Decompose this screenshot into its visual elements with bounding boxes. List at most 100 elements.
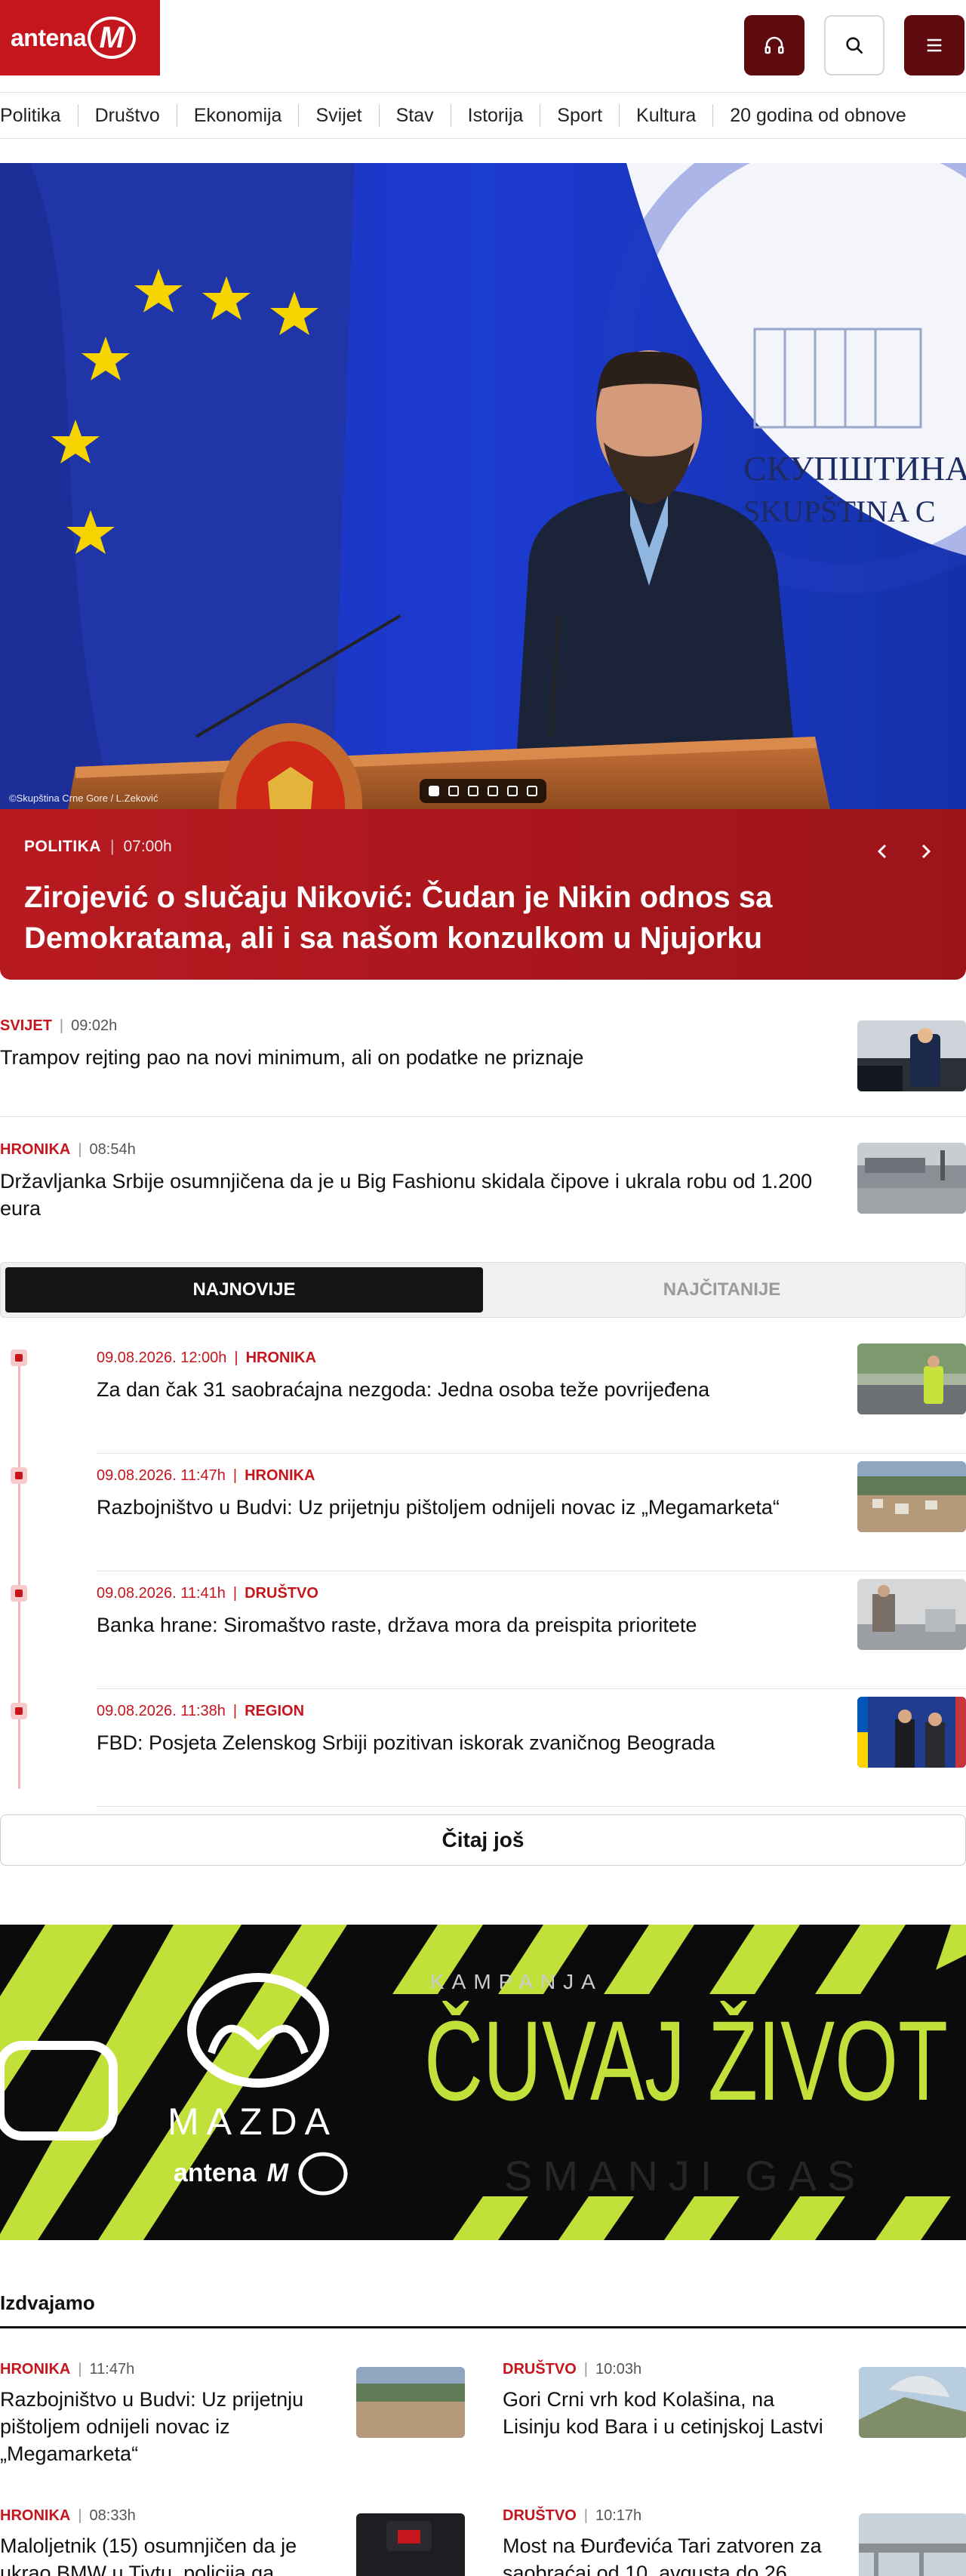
article-thumbnail[interactable] <box>857 1579 966 1650</box>
chevron-right-icon <box>921 844 931 859</box>
meta-separator: | <box>583 2361 588 2377</box>
section-card[interactable]: DRUŠTVO | 10:17h Most na Đurđevića Tari … <box>503 2507 966 2576</box>
meta-separator: | <box>78 1141 82 1158</box>
article-title[interactable]: Banka hrane: Siromaštvo raste, država mo… <box>97 1611 821 1639</box>
article-title[interactable]: Gori Crni vrh kod Kolašina, na Lisinju k… <box>503 2386 835 2440</box>
nav-item-svijet[interactable]: Svijet <box>298 104 378 127</box>
slider-dot[interactable] <box>448 786 459 796</box>
article-title[interactable]: FBD: Posjeta Zelenskog Srbiji pozitivan … <box>97 1729 821 1756</box>
article-category[interactable]: SVIJET <box>0 1017 52 1035</box>
article-meta: SVIJET | 09:02h <box>0 1017 966 1035</box>
hero-time: 07:00h <box>123 838 172 855</box>
slider-dot[interactable] <box>468 786 478 796</box>
article-title[interactable]: Državljanka Srbije osumnjičena da je u B… <box>0 1168 815 1222</box>
featured-article[interactable]: HRONIKA | 08:54h Državljanka Srbije osum… <box>0 1141 966 1265</box>
article-title[interactable]: Za dan čak 31 saobraćajna nezgoda: Jedna… <box>97 1376 821 1403</box>
article-category[interactable]: DRUŠTVO <box>245 1585 318 1602</box>
hero-slider[interactable]: СКУПШТИНА SKUPŠTINA C ©Skupština Crne Go… <box>0 163 966 980</box>
meta-separator: | <box>78 2361 82 2377</box>
article-category[interactable]: HRONIKA <box>0 2507 70 2525</box>
search-button[interactable] <box>824 15 884 75</box>
audio-button[interactable] <box>744 15 804 75</box>
hero-headline[interactable]: Zirojević o slučaju Niković: Čudan je Ni… <box>24 877 854 959</box>
load-more-button[interactable]: Čitaj još <box>0 1814 966 1866</box>
article-thumbnail[interactable] <box>857 1020 966 1091</box>
article-meta: 09.08.2026. 11:41h | DRUŠTVO <box>97 1585 821 1602</box>
article-title[interactable]: Most na Đurđevića Tari zatvoren za saobr… <box>503 2532 835 2576</box>
section-title: Izdvajamo <box>0 2291 95 2314</box>
article-thumbnail[interactable] <box>857 1343 966 1414</box>
menu-button[interactable] <box>904 15 964 75</box>
nav-item-stav[interactable]: Stav <box>378 104 451 127</box>
timeline-marker <box>11 1703 27 1719</box>
article-thumbnail[interactable] <box>859 2367 966 2438</box>
banner-kicker: KAMPANJA <box>430 1970 603 1993</box>
timeline-item[interactable]: 09.08.2026. 11:47h | HRONIKA Razbojništv… <box>0 1454 966 1571</box>
meta-separator: | <box>232 1585 238 1602</box>
article-meta: 09.08.2026. 11:47h | HRONIKA <box>97 1467 821 1485</box>
article-thumbnail[interactable] <box>857 1143 966 1214</box>
meta-separator: | <box>232 1703 238 1719</box>
slider-dot[interactable] <box>527 786 537 796</box>
featured-article[interactable]: SVIJET | 09:02h Trampov rejting pao na n… <box>0 1017 966 1117</box>
timeline-item[interactable]: 09.08.2026. 12:00h | HRONIKA Za dan čak … <box>0 1336 966 1454</box>
article-title[interactable]: Razbojništvo u Budvi: Uz prijetnju pišto… <box>97 1494 821 1521</box>
slider-prev-button[interactable] <box>868 836 898 866</box>
article-title[interactable]: Trampov rejting pao na novi minimum, ali… <box>0 1044 815 1071</box>
article-time: 11:47h <box>89 2361 135 2377</box>
banner-headline: ČUVAJ ŽIVOT <box>424 1997 949 2124</box>
article-category[interactable]: HRONIKA <box>0 2361 70 2378</box>
tab-most-read[interactable]: NAJČITANIJE <box>483 1267 961 1313</box>
article-meta: HRONIKA | 08:54h <box>0 1141 966 1159</box>
article-category[interactable]: HRONIKA <box>245 1467 315 1485</box>
nav-item-sport[interactable]: Sport <box>540 104 619 127</box>
meta-separator: | <box>78 2507 82 2524</box>
article-thumbnail[interactable] <box>857 1461 966 1532</box>
tab-latest[interactable]: NAJNOVIJE <box>5 1267 483 1313</box>
section-card[interactable]: HRONIKA | 11:47h Razbojništvo u Budvi: U… <box>0 2361 468 2467</box>
article-thumbnail[interactable] <box>356 2367 465 2438</box>
banner-subline: SMANJI GAS <box>504 2152 866 2199</box>
section-card[interactable]: HRONIKA | 08:33h Maloljetnik (15) osumnj… <box>0 2507 468 2576</box>
site-logo[interactable]: antena M <box>0 0 160 75</box>
article-category[interactable]: REGION <box>245 1703 304 1720</box>
nav-item-ekonomija[interactable]: Ekonomija <box>176 104 299 127</box>
article-thumbnail[interactable] <box>859 2513 966 2576</box>
nav-item-istorija[interactable]: Istorija <box>450 104 540 127</box>
headphones-icon <box>764 36 784 54</box>
category-nav: Politika Društvo Ekonomija Svijet Stav I… <box>0 92 966 139</box>
article-thumbnail[interactable] <box>857 1697 966 1768</box>
article-thumbnail[interactable] <box>356 2513 465 2576</box>
article-meta: 09.08.2026. 12:00h | HRONIKA <box>97 1350 821 1367</box>
article-title[interactable]: Razbojništvo u Budvi: Uz prijetnju pišto… <box>0 2386 332 2467</box>
slider-next-button[interactable] <box>910 836 940 866</box>
slider-dot[interactable] <box>488 786 498 796</box>
svg-text:СКУПШТИНА: СКУПШТИНА <box>743 449 966 488</box>
slider-dot[interactable] <box>429 786 439 796</box>
article-category[interactable]: HRONIKA <box>246 1350 316 1367</box>
nav-item-kultura[interactable]: Kultura <box>619 104 712 127</box>
article-title[interactable]: Maloljetnik (15) osumnjičen da je ukrao … <box>0 2532 332 2576</box>
hero-category[interactable]: POLITIKA <box>24 838 101 856</box>
article-time: 10:17h <box>595 2507 642 2524</box>
meta-separator: | <box>59 1017 64 1034</box>
nav-item-20-godina[interactable]: 20 godina od obnove <box>712 104 923 127</box>
section-card[interactable]: DRUŠTVO | 10:03h Gori Crni vrh kod Kolaš… <box>503 2361 966 2440</box>
timeline-marker <box>11 1467 27 1484</box>
article-date: 09.08.2026. 11:41h <box>97 1585 226 1602</box>
svg-text:SKUPŠTINA C: SKUPŠTINA C <box>743 494 936 528</box>
article-category[interactable]: DRUŠTVO <box>503 2361 577 2378</box>
nav-item-drustvo[interactable]: Društvo <box>77 104 177 127</box>
hero-caption[interactable]: POLITIKA | 07:00h Zirojević o slučaju Ni… <box>0 809 966 980</box>
ad-banner[interactable]: MAZDA KAMPANJA ČUVAJ ŽIVOT SMANJI GAS an… <box>0 1925 966 2240</box>
hero-photo[interactable]: СКУПШТИНА SKUPŠTINA C <box>0 163 966 809</box>
nav-item-politika[interactable]: Politika <box>0 104 78 127</box>
slider-dot[interactable] <box>507 786 518 796</box>
article-category[interactable]: HRONIKA <box>0 1141 70 1159</box>
article-category[interactable]: DRUŠTVO <box>503 2507 577 2525</box>
timeline-item[interactable]: 09.08.2026. 11:41h | DRUŠTVO Banka hrane… <box>0 1571 966 1689</box>
timeline-item[interactable]: 09.08.2026. 11:38h | REGION FBD: Posjeta… <box>0 1689 966 1807</box>
chevron-left-icon <box>877 844 887 859</box>
news-tabs: NAJNOVIJE NAJČITANIJE <box>0 1262 966 1318</box>
meta-separator: | <box>232 1467 238 1484</box>
